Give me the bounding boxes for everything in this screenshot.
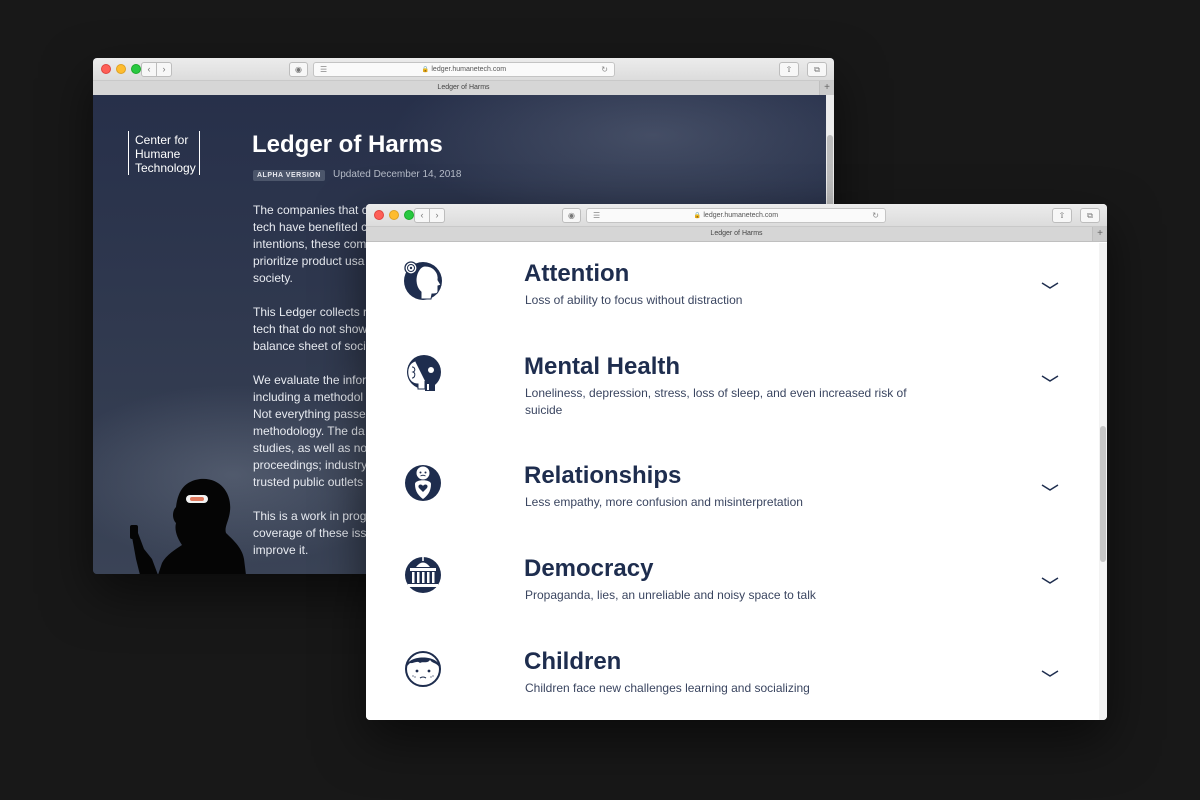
zoom-window-button[interactable] [404,210,414,220]
reader-mode-icon[interactable]: ☰ [593,209,600,222]
lock-icon: 🔒 [421,67,430,73]
title-bar: ‹ › ◉ ☰ 🔒 ledger.humanetech.com ↻ ⇧ ⧉ [366,204,1107,227]
mental-health-icon [407,355,441,391]
address-bar[interactable]: ☰ 🔒 ledger.humanetech.com ↻ [586,208,886,223]
close-window-button[interactable] [101,64,111,74]
harm-item-children[interactable]: Children Children face new challenges le… [366,648,1099,718]
close-window-button[interactable] [374,210,384,220]
harm-title: Relationships [524,462,682,489]
harm-item-relationships[interactable]: Relationships Less empathy, more confusi… [366,462,1099,532]
traffic-lights [374,210,414,220]
attention-head-icon [404,261,442,300]
person-phone-silhouette [130,478,246,574]
history-nav: ‹ › [141,62,172,77]
page-scrollbar[interactable] [1099,243,1107,720]
updated-date: Updated December 14, 2018 [333,169,462,180]
front-browser-window: ‹ › ◉ ☰ 🔒 ledger.humanetech.com ↻ ⇧ ⧉ Led… [366,204,1107,720]
back-button[interactable]: ‹ [141,62,157,77]
page-title: Ledger of Harms [252,131,443,158]
traffic-lights [101,64,141,74]
children-face-icon [405,651,441,687]
minimize-window-button[interactable] [116,64,126,74]
tab-bar: Ledger of Harms + [366,227,1107,242]
chevron-down-icon[interactable] [1040,373,1060,385]
chevron-down-icon[interactable] [1040,575,1060,587]
shield-icon[interactable]: ◉ [289,62,308,77]
back-button[interactable]: ‹ [414,208,430,223]
harm-title: Mental Health [524,353,681,380]
harm-item-attention[interactable]: Attention Loss of ability to focus witho… [366,260,1099,330]
reload-icon[interactable]: ↻ [601,63,608,76]
logo-line: Center for [135,133,189,147]
forward-button[interactable]: › [157,62,172,77]
tabs-overview-icon[interactable]: ⧉ [1080,208,1100,223]
chevron-down-icon[interactable] [1040,668,1060,680]
logo-line: Technology [135,161,196,175]
harm-description: Less empathy, more confusion and misinte… [525,495,803,509]
history-nav: ‹ › [414,208,445,223]
chevron-down-icon[interactable] [1040,482,1060,494]
logo-line: Humane [135,147,181,161]
address-bar[interactable]: ☰ 🔒 ledger.humanetech.com ↻ [313,62,615,77]
harm-item-mental-health[interactable]: Mental Health Loneliness, depression, st… [366,353,1099,423]
tab-title[interactable]: Ledger of Harms [710,230,762,237]
harm-description: Children face new challenges learning an… [525,681,810,695]
democracy-capitol-icon [405,557,441,593]
shield-icon[interactable]: ◉ [562,208,581,223]
scrollbar-thumb[interactable] [1100,426,1106,562]
new-tab-button[interactable]: + [819,81,834,95]
url-text: ledger.humanetech.com [703,212,779,219]
reload-icon[interactable]: ↻ [872,209,879,222]
harm-description: Loss of ability to focus without distrac… [525,293,743,307]
cht-logo[interactable]: Center for Humane Technology [128,131,200,175]
tab-bar: Ledger of Harms + [93,81,834,96]
tabs-overview-icon[interactable]: ⧉ [807,62,827,77]
harm-title: Attention [524,260,630,287]
harm-item-democracy[interactable]: Democracy Propaganda, lies, an unreliabl… [366,555,1099,625]
reader-mode-icon[interactable]: ☰ [320,63,327,76]
harm-title: Democracy [524,555,654,582]
minimize-window-button[interactable] [389,210,399,220]
forward-button[interactable]: › [430,208,445,223]
harm-title: Children [524,648,622,675]
lock-icon: 🔒 [693,213,702,219]
title-bar: ‹ › ◉ ☰ 🔒 ledger.humanetech.com ↻ ⇧ ⧉ [93,58,834,81]
chevron-down-icon[interactable] [1040,280,1060,292]
harm-description: Loneliness, depression, stress, loss of … [525,386,907,417]
url-text: ledger.humanetech.com [431,66,507,73]
new-tab-button[interactable]: + [1092,227,1107,241]
alpha-version-badge: ALPHA VERSION [253,170,325,181]
tab-title[interactable]: Ledger of Harms [437,84,489,91]
relationships-icon [405,465,441,501]
share-icon[interactable]: ⇧ [1052,208,1072,223]
harm-description: Propaganda, lies, an unreliable and nois… [525,588,816,602]
harms-list: Attention Loss of ability to focus witho… [366,243,1099,720]
zoom-window-button[interactable] [131,64,141,74]
share-icon[interactable]: ⇧ [779,62,799,77]
